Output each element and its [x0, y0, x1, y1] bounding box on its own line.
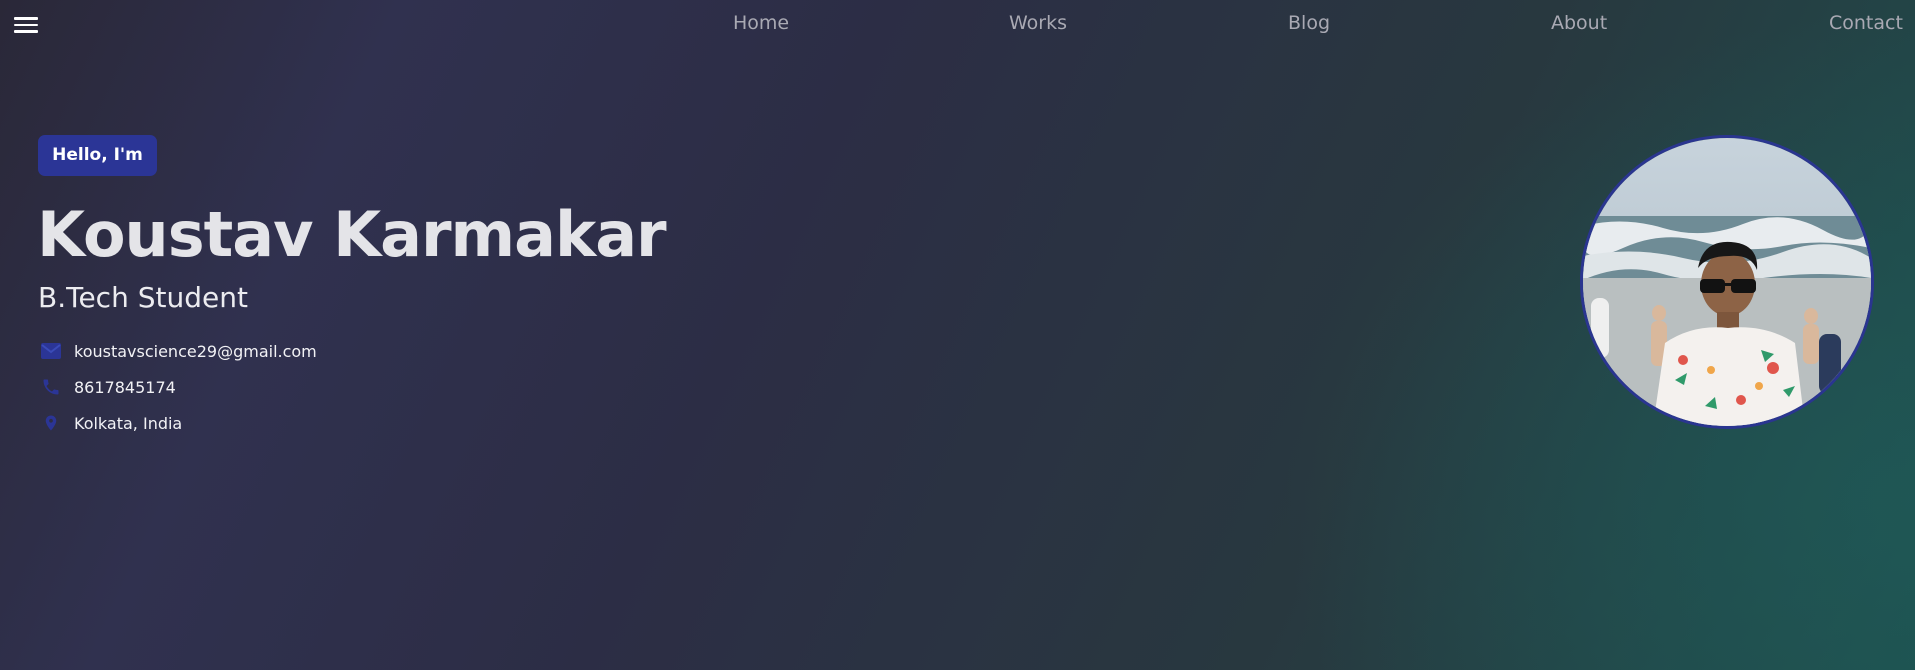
profile-photo: [1580, 135, 1874, 429]
hero-name: Koustav Karmakar: [37, 198, 667, 271]
greeting-badge: Hello, I'm: [38, 135, 157, 176]
location-pin-icon: [38, 410, 64, 436]
contact-phone: 8617845174: [38, 374, 176, 400]
hero-role: B.Tech Student: [38, 281, 248, 314]
nav-works-link[interactable]: Works: [1009, 12, 1067, 34]
nav-blog-link[interactable]: Blog: [1288, 12, 1330, 34]
email-icon: [38, 338, 64, 364]
nav-about-link[interactable]: About: [1551, 12, 1607, 34]
contact-location: Kolkata, India: [38, 410, 182, 436]
phone-icon: [38, 374, 64, 400]
email-text[interactable]: koustavscience29@gmail.com: [74, 342, 317, 361]
nav-home-link[interactable]: Home: [733, 12, 789, 34]
nav-contact-link[interactable]: Contact: [1829, 12, 1903, 34]
location-text: Kolkata, India: [74, 413, 183, 433]
hamburger-menu-icon[interactable]: [14, 16, 38, 34]
phone-text: 8617845174: [74, 377, 176, 397]
contact-email: koustavscience29@gmail.com: [38, 338, 317, 364]
